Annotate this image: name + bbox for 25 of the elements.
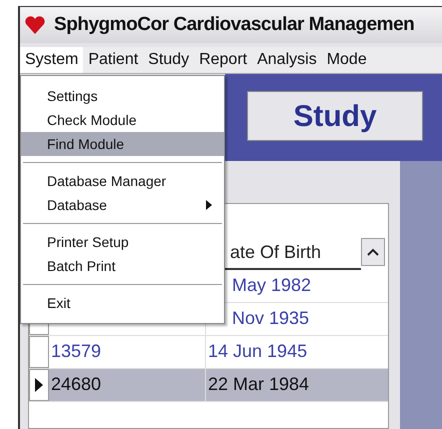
table-cell-text: 24680 — [51, 373, 102, 396]
menu-item[interactable]: Patient — [83, 46, 144, 74]
scroll-up-button[interactable] — [361, 238, 385, 266]
study-button[interactable]: Study — [247, 91, 423, 142]
table-cell-text: 22 Mar 1984 — [208, 373, 310, 396]
table-cell-text: 14 Jun 1945 — [208, 340, 308, 364]
row-pointer-icon — [35, 378, 43, 392]
table-cell-text: 13579 — [51, 340, 102, 364]
menu-item[interactable]: Report — [194, 46, 252, 74]
table-cell-text: May 1982 — [232, 274, 312, 298]
heart-icon — [24, 14, 46, 36]
table-row[interactable]: 24680 22 Mar 1984 — [29, 368, 388, 402]
menu-option[interactable]: Check Module — [21, 108, 224, 132]
menu-item[interactable]: Mode — [322, 46, 372, 74]
menu-option[interactable]: Exit — [21, 291, 224, 315]
menu-item[interactable]: System — [20, 46, 84, 74]
menu-item[interactable]: Analysis — [252, 46, 322, 74]
window-title: SphygmoCor Cardiovascular Managemen — [54, 12, 414, 36]
menu-option[interactable]: Database Manager — [21, 169, 224, 193]
menu-option[interactable]: Find Module — [21, 132, 224, 156]
menu-item[interactable]: Study — [143, 46, 194, 74]
menu-option[interactable]: Database — [21, 193, 224, 217]
caret-up-icon — [367, 248, 379, 256]
menu-option[interactable]: Settings — [21, 84, 224, 108]
table-cell-text: Nov 1935 — [232, 307, 310, 330]
